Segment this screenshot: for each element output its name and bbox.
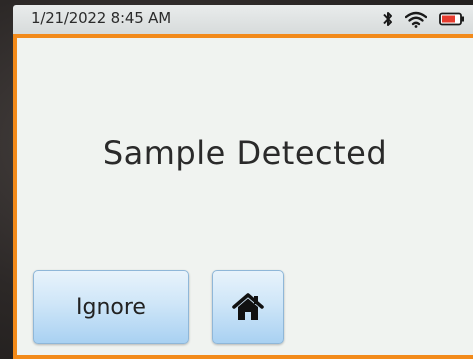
ignore-button[interactable]: Ignore	[33, 270, 189, 344]
device: 1/21/2022 8:45 AM Sample Detected Ignore	[0, 0, 473, 359]
status-bar: 1/21/2022 8:45 AM	[13, 5, 473, 34]
battery-low-icon	[439, 12, 465, 26]
ignore-button-label: Ignore	[76, 294, 146, 320]
home-button[interactable]	[212, 270, 284, 344]
bluetooth-icon	[383, 10, 393, 28]
wifi-icon	[405, 11, 427, 28]
sample-detected-message: Sample Detected	[102, 134, 388, 172]
home-icon	[232, 293, 264, 321]
status-datetime: 1/21/2022 8:45 AM	[31, 9, 171, 27]
status-icons	[383, 9, 465, 29]
main-screen: Sample Detected Ignore	[13, 34, 473, 359]
